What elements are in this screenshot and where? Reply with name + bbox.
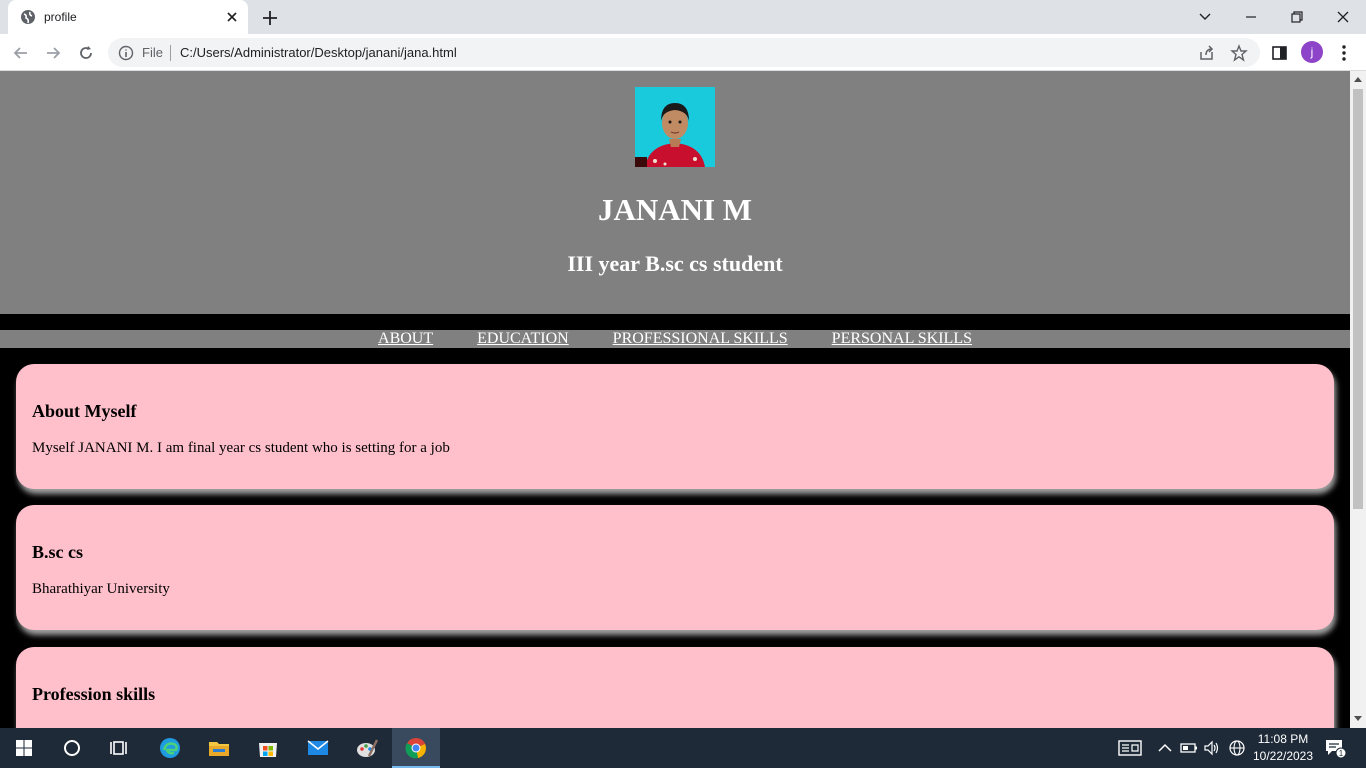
url-text[interactable]: C:/Users/Administrator/Desktop/janani/ja… (180, 45, 457, 60)
task-view-icon[interactable] (96, 728, 144, 768)
url-separator (170, 45, 171, 61)
notifications-icon[interactable]: 1 (1324, 738, 1348, 760)
card-heading: B.sc cs (32, 542, 83, 562)
back-arrow-icon[interactable] (9, 41, 33, 65)
chevron-up-icon[interactable] (1156, 739, 1174, 757)
side-panel-icon[interactable] (1270, 43, 1290, 63)
network-globe-icon[interactable] (1228, 739, 1246, 757)
section-nav: ABOUT EDUCATION PROFESSIONAL SKILLS PERS… (0, 330, 1350, 348)
edge-browser-icon[interactable] (146, 728, 194, 768)
reload-icon[interactable] (74, 41, 98, 65)
address-bar[interactable]: File C:/Users/Administrator/Desktop/jana… (108, 38, 1260, 67)
page-viewport: JANANI M III year B.sc cs student ABOUT … (0, 71, 1350, 728)
url-scheme: File (142, 45, 163, 60)
about-card: About Myself Myself JANANI M. I am final… (16, 364, 1334, 489)
card-text: Myself JANANI M. I am final year cs stud… (32, 440, 450, 456)
windows-start-icon[interactable] (0, 728, 48, 768)
tab-title: profile (44, 10, 77, 24)
close-tab-icon[interactable] (224, 9, 240, 25)
new-tab-icon[interactable] (260, 8, 280, 28)
system-clock[interactable]: 11:08 PM 10/22/2023 (1248, 731, 1318, 765)
taskbar: 11:08 PM 10/22/2023 1 (0, 728, 1366, 768)
browser-toolbar: File C:/Users/Administrator/Desktop/jana… (0, 34, 1366, 71)
card-heading: Profession skills (32, 684, 156, 704)
profile-photo (635, 87, 715, 167)
minimize-icon[interactable] (1228, 0, 1274, 34)
chrome-icon[interactable] (392, 728, 440, 768)
bookmark-star-icon[interactable] (1230, 44, 1248, 62)
nav-link-personal-skills[interactable]: PERSONAL SKILLS (832, 330, 972, 347)
scroll-up-arrow-icon[interactable] (1354, 77, 1362, 82)
tab-search-icon[interactable] (1182, 0, 1228, 34)
nav-link-about[interactable]: ABOUT (378, 330, 433, 347)
card-heading: About Myself (32, 401, 137, 421)
notification-count: 1 (1339, 749, 1344, 758)
globe-icon (20, 9, 36, 25)
file-explorer-icon[interactable] (195, 728, 243, 768)
volume-icon[interactable] (1203, 739, 1221, 757)
profile-avatar[interactable]: j (1301, 41, 1323, 63)
browser-tab[interactable]: profile (8, 0, 248, 34)
nav-link-education[interactable]: EDUCATION (477, 330, 569, 347)
education-card: B.sc cs Bharathiyar University (16, 505, 1334, 630)
card-text: Bharathiyar University (32, 581, 170, 597)
paint-icon[interactable] (343, 728, 391, 768)
clock-time: 11:08 PM (1257, 732, 1309, 746)
mail-icon[interactable] (294, 728, 342, 768)
skills-card: Profession skills (16, 647, 1334, 728)
search-circle-icon[interactable] (48, 728, 96, 768)
close-window-icon[interactable] (1320, 0, 1366, 34)
scroll-down-arrow-icon[interactable] (1354, 716, 1362, 721)
scroll-thumb[interactable] (1353, 89, 1363, 509)
keyboard-layout-icon[interactable] (1118, 739, 1142, 757)
menu-dots-icon[interactable] (1334, 43, 1354, 63)
info-icon[interactable] (118, 45, 134, 61)
tab-strip: profile (0, 0, 1366, 34)
page-scrollbar[interactable] (1350, 71, 1366, 728)
nav-link-professional-skills[interactable]: PROFESSIONAL SKILLS (613, 330, 788, 347)
forward-arrow-icon[interactable] (41, 41, 65, 65)
restore-icon[interactable] (1274, 0, 1320, 34)
profile-subtitle: III year B.sc cs student (567, 251, 783, 276)
battery-icon[interactable] (1180, 739, 1198, 757)
microsoft-store-icon[interactable] (244, 728, 292, 768)
share-icon[interactable] (1198, 44, 1216, 62)
profile-name: JANANI M (597, 192, 753, 227)
clock-date: 10/22/2023 (1252, 749, 1314, 763)
profile-header: JANANI M III year B.sc cs student (0, 71, 1350, 314)
